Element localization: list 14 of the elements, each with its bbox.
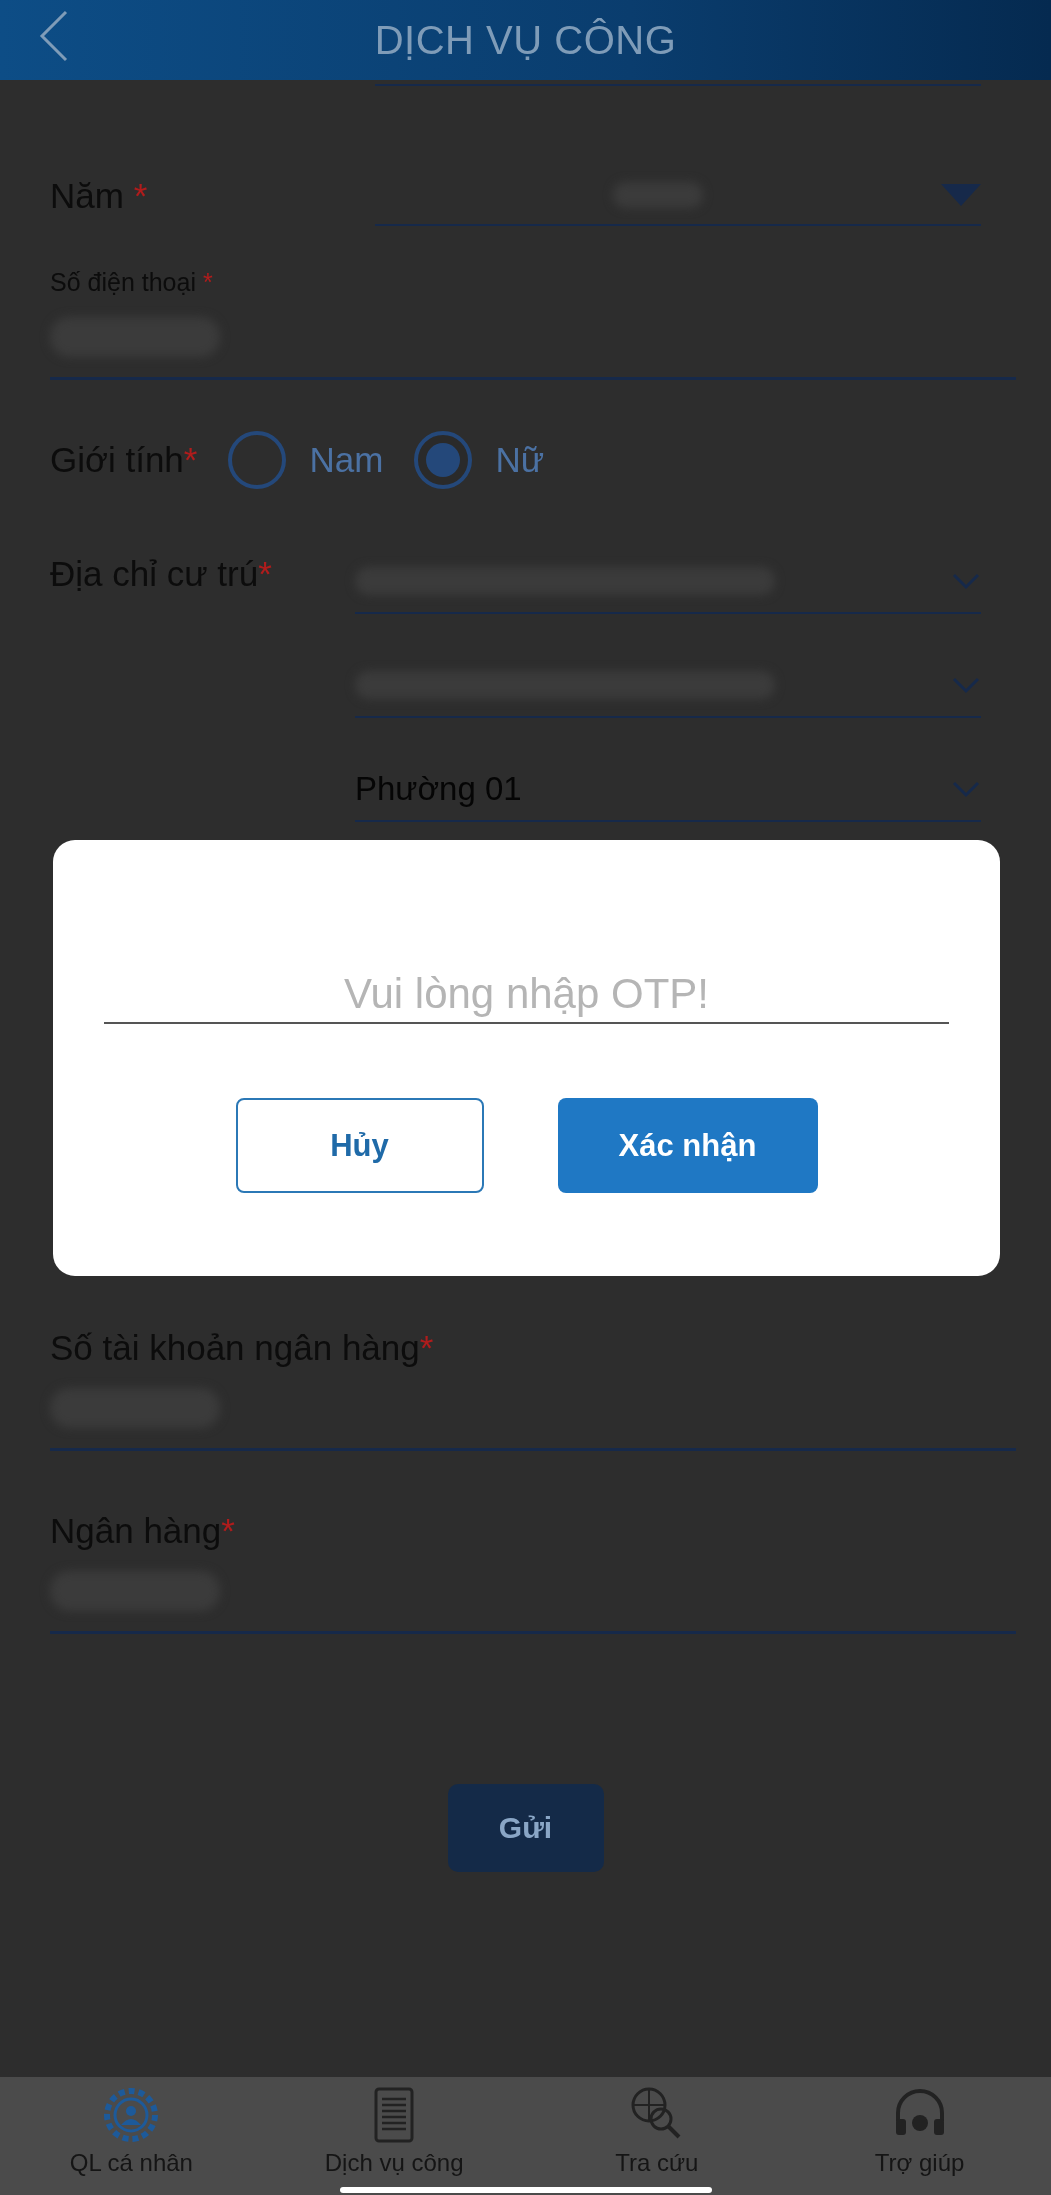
confirm-button[interactable]: Xác nhận: [557, 1098, 818, 1193]
cancel-button[interactable]: Hủy: [235, 1098, 484, 1193]
dropdown-triangle-icon: [941, 184, 981, 206]
radio-button[interactable]: [413, 430, 474, 490]
submit-button[interactable]: Gửi: [447, 1784, 604, 1872]
chevron-down-icon: [951, 780, 981, 798]
radio-label: Nữ: [495, 440, 545, 480]
radio-label: Nam: [309, 440, 384, 480]
chevron-down-icon: [951, 676, 981, 694]
chevron-down-icon: [951, 572, 981, 590]
radio-button[interactable]: [227, 430, 288, 490]
screen-title: DỊCH VỤ CÔNG: [374, 17, 677, 63]
back-icon[interactable]: [38, 8, 70, 64]
otp-input[interactable]: Vui lòng nhập OTP!: [104, 970, 949, 1024]
